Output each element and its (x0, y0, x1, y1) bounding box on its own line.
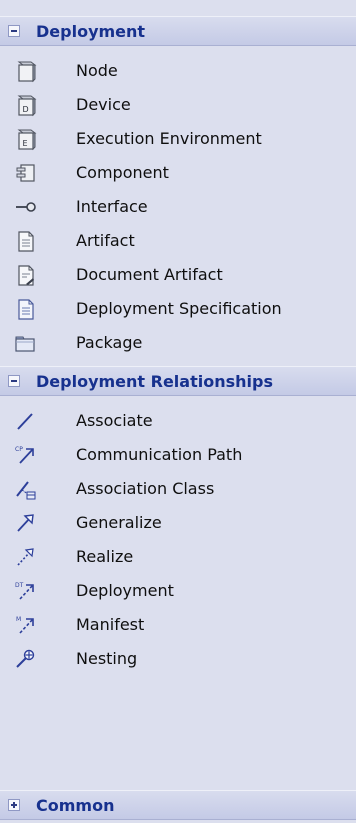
toolbox-item-deployment[interactable]: DT Deployment (0, 574, 356, 608)
toolbox-item-component[interactable]: Component (0, 156, 356, 190)
item-label: Nesting (76, 649, 138, 668)
deployment-icon: DT (15, 582, 34, 600)
toolbox-item-generalize[interactable]: Generalize (0, 506, 356, 540)
nesting-icon (16, 649, 35, 668)
toolbox-item-interface[interactable]: Interface (0, 190, 356, 224)
toolbox-item-deployment-specification[interactable]: Deployment Specification (0, 292, 356, 326)
section-title: Deployment (36, 22, 146, 41)
section-title: Deployment Relationships (36, 372, 273, 391)
item-label: Associate (76, 411, 153, 430)
generalize-icon (17, 514, 34, 532)
item-label: Artifact (76, 231, 135, 250)
toolbox-item-realize[interactable]: Realize (0, 540, 356, 574)
artifact-icon (18, 231, 34, 252)
manifest-icon: M (16, 616, 34, 634)
collapse-toggle[interactable] (8, 375, 20, 387)
association-class-icon (16, 481, 36, 500)
item-label: Association Class (76, 479, 215, 498)
toolbox-item-document-artifact[interactable]: Document Artifact (0, 258, 356, 292)
associate-icon (17, 413, 33, 430)
toolbox-item-association-class[interactable]: Association Class (0, 472, 356, 506)
collapse-toggle[interactable] (8, 25, 20, 37)
item-label: Node (76, 61, 118, 80)
item-label: Execution Environment (76, 129, 262, 148)
section-header-deployment-relationships[interactable]: Deployment Relationships (0, 366, 356, 396)
item-label: Interface (76, 197, 148, 216)
component-icon (16, 164, 35, 182)
toolbox-item-execution-environment[interactable]: E Execution Environment (0, 122, 356, 156)
realize-icon (17, 548, 34, 566)
section-header-common[interactable]: Common (0, 790, 356, 820)
item-label: Deployment Specification (76, 299, 282, 318)
expand-toggle[interactable] (8, 799, 20, 811)
toolbox-item-manifest[interactable]: M Manifest (0, 608, 356, 642)
toolbox-item-node[interactable]: Node (0, 54, 356, 88)
deployment-icon-letters: DT (15, 582, 24, 589)
item-label: Generalize (76, 513, 162, 532)
interface-icon (16, 202, 36, 212)
deployment-specification-icon (18, 299, 34, 320)
item-label: Realize (76, 547, 134, 566)
execution-environment-icon: E (17, 129, 37, 151)
item-label: Communication Path (76, 445, 243, 464)
section-title: Common (36, 796, 115, 815)
toolbox-item-package[interactable]: Package (0, 326, 356, 360)
item-label: Component (76, 163, 169, 182)
toolbox-item-nesting[interactable]: Nesting (0, 642, 356, 676)
manifest-icon-letter: M (16, 616, 21, 623)
communication-path-icon-letters: CP (15, 446, 23, 453)
execution-environment-icon-letter: E (23, 139, 28, 148)
node-icon (17, 61, 37, 83)
toolbox-item-communication-path[interactable]: CP Communication Path (0, 438, 356, 472)
item-label: Device (76, 95, 131, 114)
item-label: Manifest (76, 615, 145, 634)
package-icon (15, 336, 35, 352)
device-icon: D (17, 95, 37, 117)
item-label: Deployment (76, 581, 174, 600)
item-label: Document Artifact (76, 265, 223, 284)
toolbox-item-artifact[interactable]: Artifact (0, 224, 356, 258)
toolbox-item-associate[interactable]: Associate (0, 404, 356, 438)
item-label: Package (76, 333, 143, 352)
document-artifact-icon (18, 265, 34, 286)
device-icon-letter: D (23, 105, 29, 114)
toolbox-item-device[interactable]: D Device (0, 88, 356, 122)
communication-path-icon: CP (15, 446, 34, 464)
section-header-deployment[interactable]: Deployment (0, 16, 356, 46)
